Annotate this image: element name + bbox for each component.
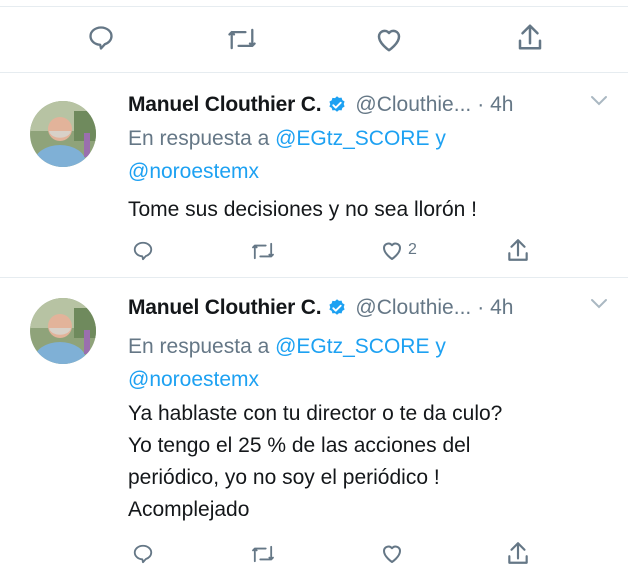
like-count: 2 [408,241,417,258]
replying-to: En respuesta a @EGtz_SCORE y @noroestemx [128,330,446,396]
retweet-button[interactable] [226,26,258,52]
tweet[interactable]: Manuel Clouthier C. @Clouthie... · 4h En… [0,73,628,278]
tweet-text-line: Yo tengo el 25 % de las acciones del [128,434,471,457]
retweet-icon [252,545,274,563]
reply-button[interactable] [86,24,116,52]
share-button[interactable] [516,22,544,52]
previous-tweet-actions [0,0,628,73]
heart-icon [383,545,401,563]
heart-icon [377,29,401,52]
mention-link[interactable]: @noroestemx [128,160,259,183]
username-handle[interactable]: @Clouthie... [355,93,471,117]
replying-to: En respuesta a @EGtz_SCORE y @noroestemx [128,122,446,188]
reply-button[interactable] [131,543,155,565]
chevron-down-icon[interactable] [590,298,608,310]
avatar[interactable] [30,298,96,364]
display-name[interactable]: Manuel Clouthier C. [128,296,322,320]
tweet-text-line: Acomplejado [128,498,250,521]
timestamp[interactable]: · 4h [477,296,513,320]
tweet-text-line: Ya hablaste con tu director o te da culo… [128,402,503,425]
tweet-header: Manuel Clouthier C. @Clouthie... · 4h [128,290,608,326]
reply-icon [133,544,153,564]
like-button[interactable]: 2 [380,239,417,261]
heart-icon [383,242,401,260]
verified-badge-icon [329,299,345,315]
reply-icon [133,241,153,261]
mention-link[interactable]: @EGtz_SCORE [275,335,429,358]
tweet-text-line: Tome sus decisiones y no sea llorón ! [128,198,478,221]
share-button[interactable] [506,540,530,566]
share-icon [508,239,528,261]
share-icon [508,542,528,564]
tweet[interactable]: Manuel Clouthier C. @Clouthie... · 4h En… [0,278,628,587]
timestamp[interactable]: · 4h [477,93,513,117]
reply-prefix: En respuesta a [128,127,270,150]
reply-icon [89,26,113,50]
chevron-down-icon[interactable] [590,95,608,107]
mention-joiner: y [435,335,446,358]
retweet-icon [228,28,256,50]
tweet-text: Tome sus decisiones y no sea llorón ! [128,194,608,226]
share-button[interactable] [506,237,530,263]
reply-button[interactable] [131,240,155,262]
retweet-icon [252,242,274,260]
share-icon [518,24,542,50]
retweet-button[interactable] [250,241,276,261]
username-handle[interactable]: @Clouthie... [355,296,471,320]
mention-link[interactable]: @noroestemx [128,368,259,391]
mention-joiner: y [435,127,446,150]
tweet-text: Ya hablaste con tu director o te da culo… [128,398,608,526]
mention-link[interactable]: @EGtz_SCORE [275,127,429,150]
retweet-button[interactable] [250,544,276,564]
tweet-text-line: periódico, yo no soy el periódico ! [128,466,440,489]
like-button[interactable] [380,542,408,564]
avatar[interactable] [30,101,96,167]
like-button[interactable] [374,25,404,53]
display-name[interactable]: Manuel Clouthier C. [128,93,322,117]
reply-prefix: En respuesta a [128,335,270,358]
tweet-header: Manuel Clouthier C. @Clouthie... · 4h [128,87,608,123]
verified-badge-icon [329,96,345,112]
